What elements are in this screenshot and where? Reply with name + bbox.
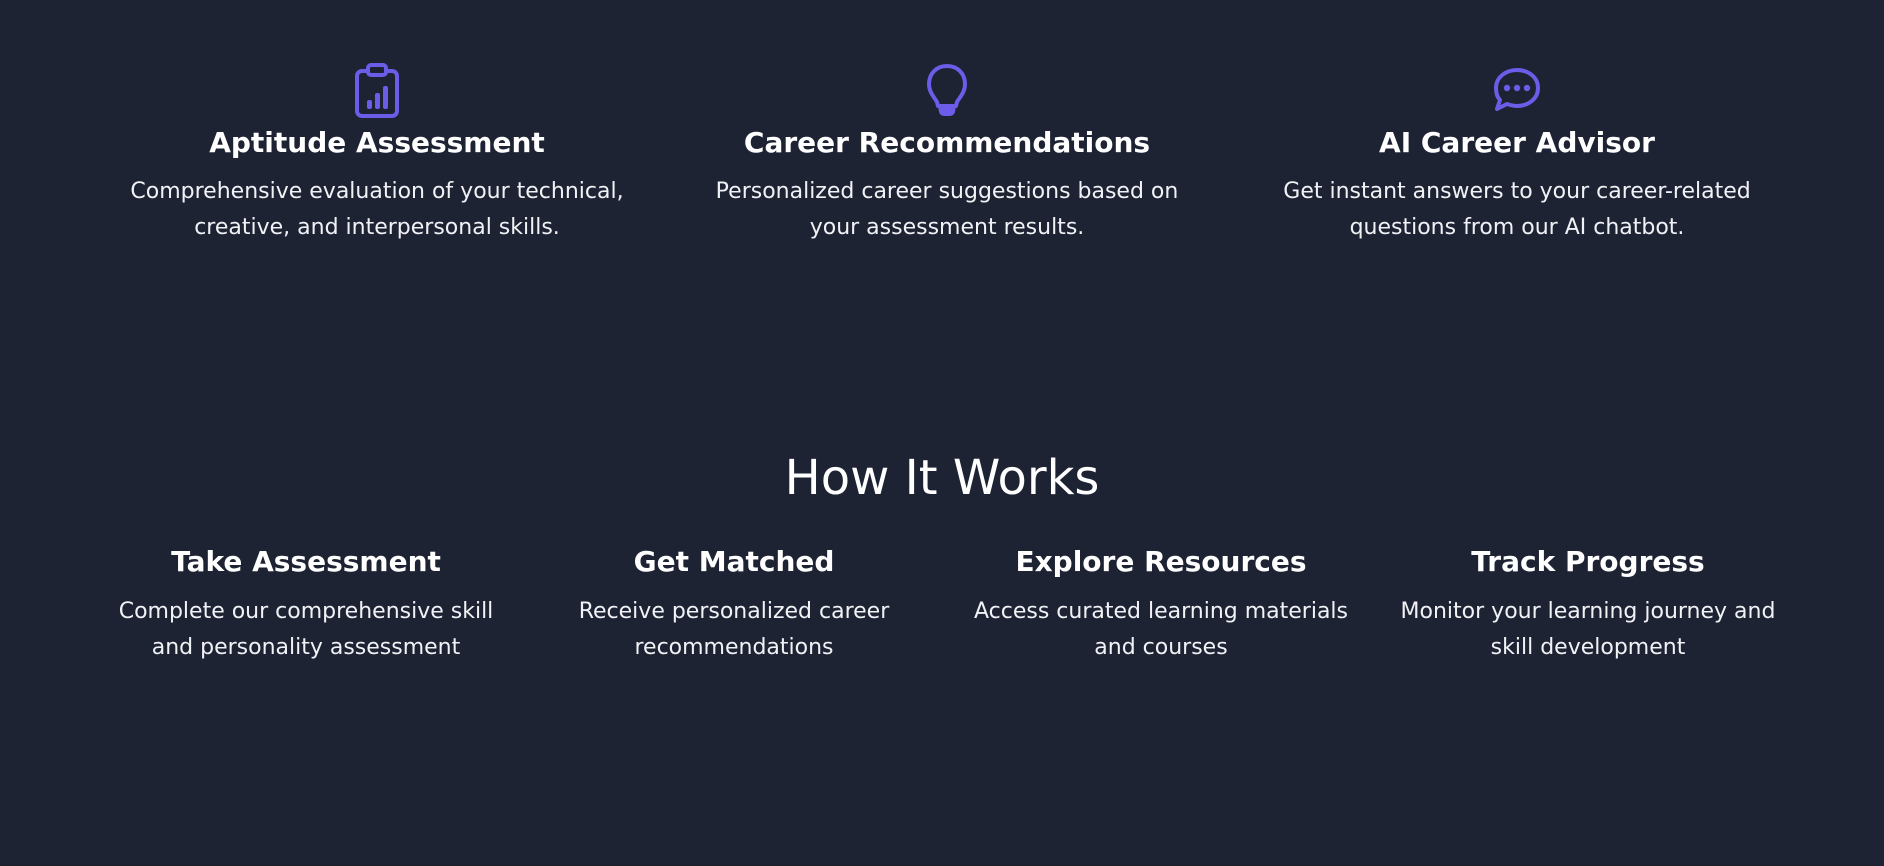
step-track-progress: Track Progress Monitor your learning jou… bbox=[1388, 542, 1788, 666]
feature-card-career-recommendations: Career Recommendations Personalized care… bbox=[667, 0, 1227, 270]
step-title: Get Matched bbox=[633, 545, 835, 578]
lightbulb-icon bbox=[927, 64, 967, 116]
feature-description: Get instant answers to your career-relat… bbox=[1283, 179, 1751, 240]
step-take-assessment: Take Assessment Complete our comprehensi… bbox=[106, 542, 506, 666]
chat-bubble-icon bbox=[1494, 68, 1540, 111]
step-description: Complete our comprehensive skill and per… bbox=[118, 599, 494, 660]
step-get-matched: Get Matched Receive personalized career … bbox=[534, 542, 934, 666]
step-description: Monitor your learning journey and skill … bbox=[1400, 599, 1776, 660]
step-title: Take Assessment bbox=[171, 545, 441, 578]
features-section: Aptitude Assessment Comprehensive evalua… bbox=[0, 0, 1884, 270]
feature-card-ai-career-advisor: AI Career Advisor Get instant answers to… bbox=[1237, 0, 1797, 270]
step-description: Access curated learning materials and co… bbox=[973, 599, 1349, 660]
step-description: Receive personalized career recommendati… bbox=[578, 599, 890, 660]
clipboard-chart-icon bbox=[355, 63, 399, 118]
feature-card-aptitude-assessment: Aptitude Assessment Comprehensive evalua… bbox=[97, 0, 657, 270]
feature-title: Career Recommendations bbox=[743, 126, 1151, 159]
feature-title: AI Career Advisor bbox=[1379, 126, 1655, 159]
feature-description: Comprehensive evaluation of your technic… bbox=[130, 179, 624, 240]
page: Aptitude Assessment Comprehensive evalua… bbox=[0, 0, 1884, 866]
feature-description: Personalized career suggestions based on… bbox=[715, 179, 1179, 240]
step-title: Explore Resources bbox=[1015, 545, 1307, 578]
step-explore-resources: Explore Resources Access curated learnin… bbox=[961, 542, 1361, 666]
feature-title: Aptitude Assessment bbox=[209, 126, 545, 159]
how-it-works-heading: How It Works bbox=[784, 450, 1100, 506]
step-title: Track Progress bbox=[1471, 545, 1705, 578]
